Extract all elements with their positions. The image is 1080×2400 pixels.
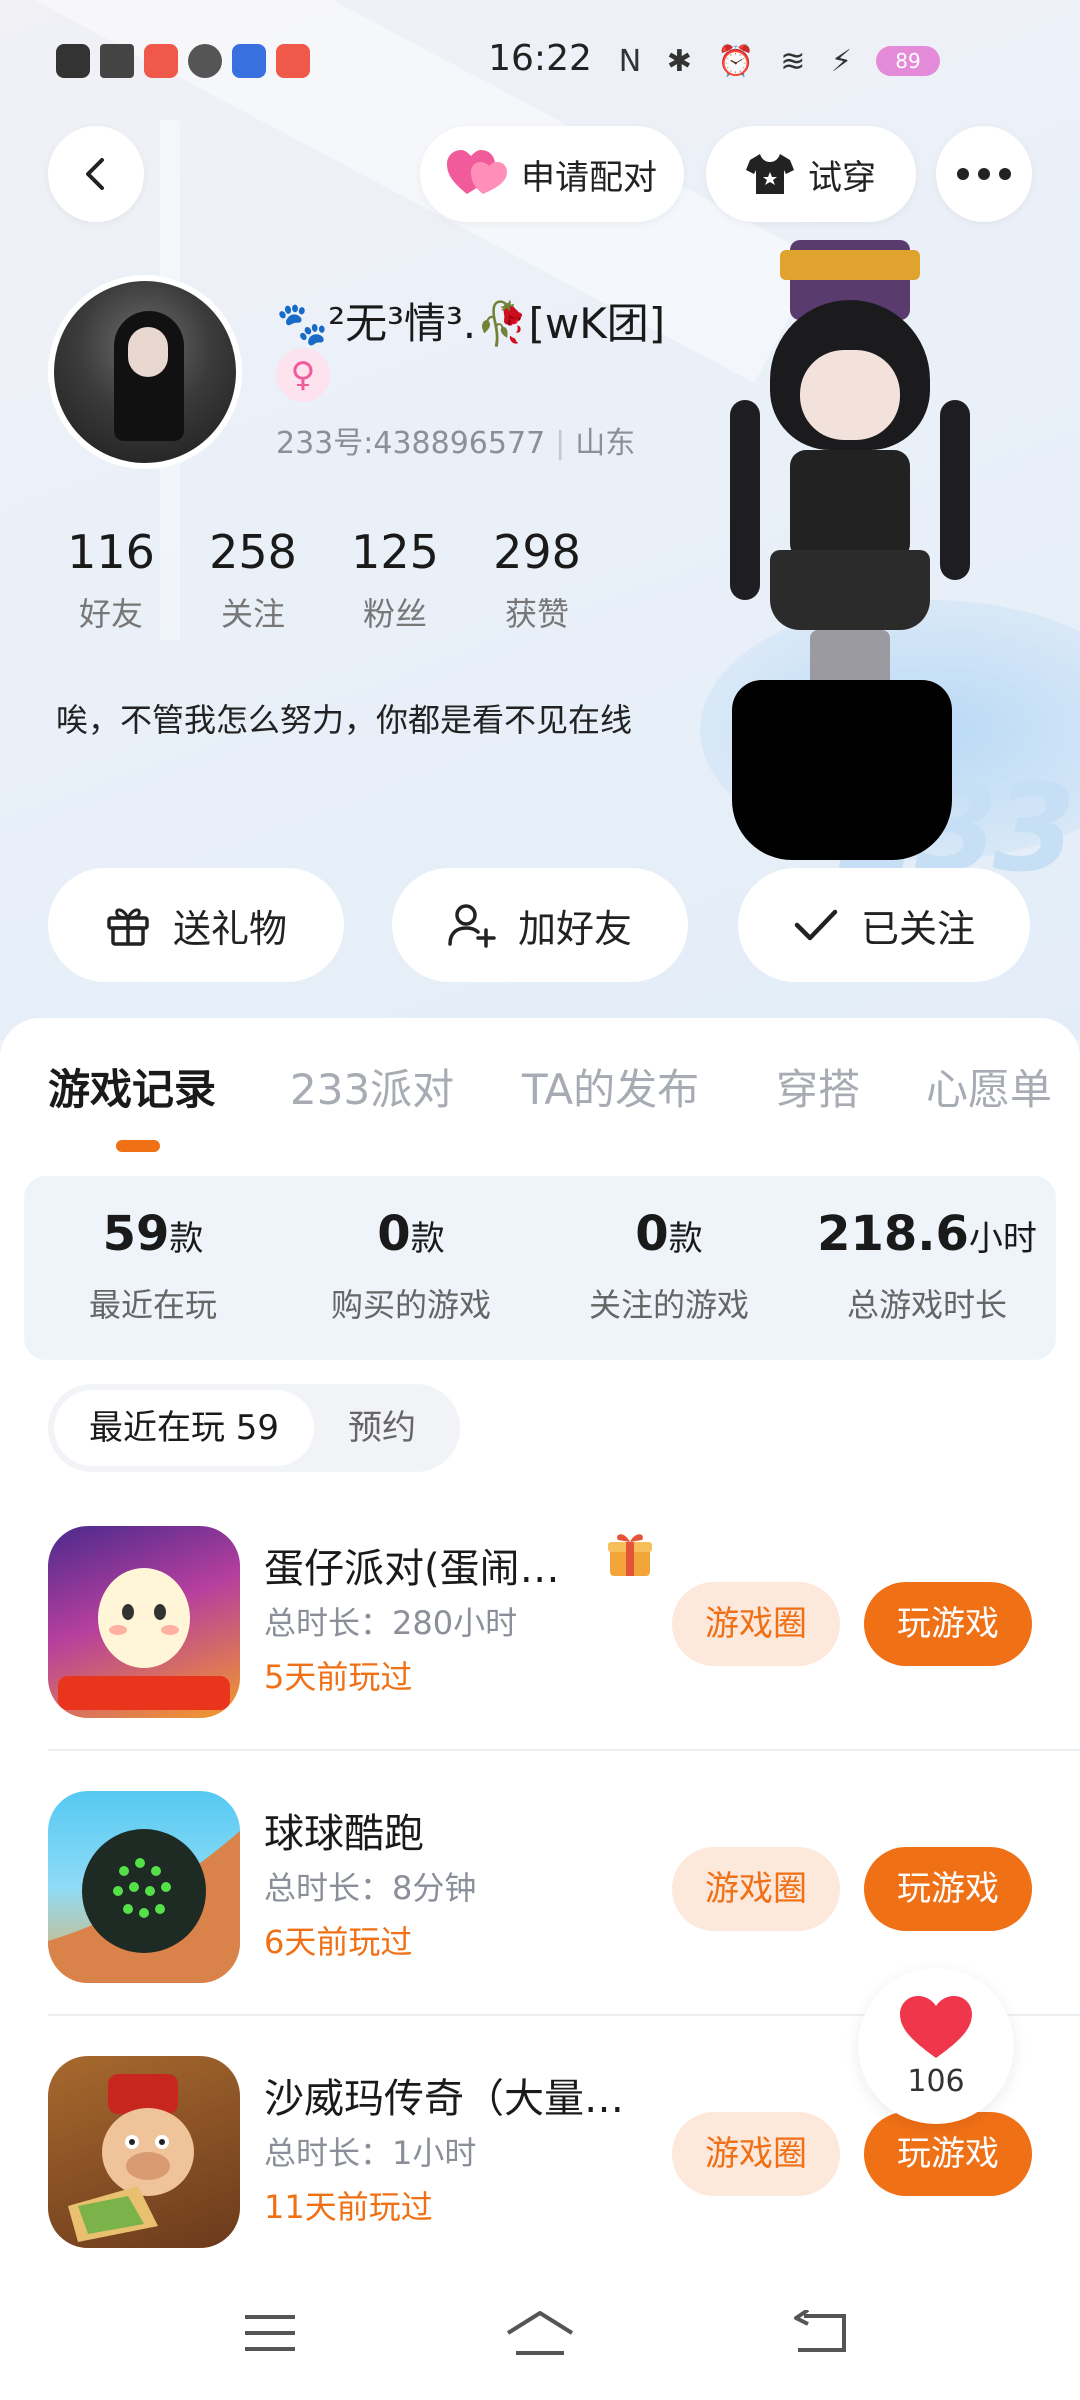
profile-bio: 唉，不管我怎么努力，你都是看不见在线 xyxy=(56,701,633,739)
tab-game-records[interactable]: 游戏记录 xyxy=(48,1056,216,1117)
status-bar: 16:22 N ✱ ⏰ ≋ ⚡ 89 xyxy=(0,30,1080,94)
summary-followed[interactable]: 0款 关注的游戏 xyxy=(540,1176,798,1360)
nickname: 🐾²无³情³.🥀[wK团] xyxy=(276,299,666,348)
back-button[interactable] xyxy=(48,126,144,222)
followed-button[interactable]: 已关注 xyxy=(738,868,1030,982)
back-nav-button[interactable] xyxy=(780,2298,860,2368)
hearts-icon xyxy=(447,150,507,194)
add-friend-button[interactable]: 加好友 xyxy=(392,868,688,982)
add-friend-label: 加好友 xyxy=(517,906,632,951)
request-pair-button[interactable]: 申请配对 xyxy=(420,126,684,222)
play-game-button[interactable]: 玩游戏 xyxy=(864,1582,1032,1666)
menu-nav-button[interactable] xyxy=(230,2298,310,2368)
profile-stats: 116 好友 258 关注 125 粉丝 298 获赞 xyxy=(40,525,608,635)
system-navigation-bar xyxy=(0,2268,1080,2400)
game-last-played: 5天前玩过 xyxy=(264,1658,413,1696)
play-game-button[interactable]: 玩游戏 xyxy=(864,2112,1032,2196)
subtab-recent[interactable]: 最近在玩 59 xyxy=(54,1390,314,1466)
game-circle-button[interactable]: 游戏圈 xyxy=(672,1847,840,1931)
game-duration: 总时长：1小时 xyxy=(264,2134,477,2172)
tab-indicator xyxy=(116,1140,160,1152)
tab-wishlist[interactable]: 心愿单 xyxy=(926,1056,1052,1117)
character-avatar-figure[interactable] xyxy=(720,240,980,860)
tshirt-icon xyxy=(746,154,794,194)
game-icon-ball-run[interactable] xyxy=(48,1791,240,1983)
game-last-played: 6天前玩过 xyxy=(264,1923,413,1961)
game-icon-eggy-party[interactable] xyxy=(48,1526,240,1718)
summary-recent[interactable]: 59款 最近在玩 xyxy=(24,1176,282,1360)
like-button[interactable]: 106 xyxy=(858,1968,1014,2124)
followed-label: 已关注 xyxy=(860,906,975,951)
game-title: 蛋仔派对(蛋闹… xyxy=(264,1546,560,1592)
play-game-button[interactable]: 玩游戏 xyxy=(864,1847,1032,1931)
check-icon xyxy=(794,909,838,941)
tab-posts[interactable]: TA的发布 xyxy=(522,1056,699,1117)
game-icon-shawarma[interactable] xyxy=(48,2056,240,2248)
game-title: 球球酷跑 xyxy=(264,1811,424,1857)
game-summary: 59款 最近在玩 0款 购买的游戏 0款 关注的游戏 218.6小时 总游戏时长 xyxy=(24,1176,1056,1360)
stat-following[interactable]: 258 关注 xyxy=(182,525,324,635)
game-circle-button[interactable]: 游戏圈 xyxy=(672,1582,840,1666)
send-gift-label: 送礼物 xyxy=(172,906,287,951)
summary-purchased[interactable]: 0款 购买的游戏 xyxy=(282,1176,540,1360)
gift-icon xyxy=(107,908,149,946)
game-duration: 总时长：8分钟 xyxy=(264,1869,477,1907)
try-on-label: 试穿 xyxy=(808,157,876,198)
female-gender-icon: ♀ xyxy=(276,348,330,402)
send-gift-button[interactable]: 送礼物 xyxy=(48,868,344,982)
summary-total-time[interactable]: 218.6小时 总游戏时长 xyxy=(798,1176,1056,1360)
request-pair-label: 申请配对 xyxy=(521,157,657,198)
game-title: 沙威玛传奇（大量… xyxy=(264,2076,624,2122)
battery-indicator: 89 xyxy=(876,46,940,76)
back-arrow-icon xyxy=(794,2310,846,2352)
system-icons: N ✱ ⏰ ≋ ⚡ xyxy=(618,44,860,79)
tab-outfits[interactable]: 穿搭 xyxy=(776,1056,860,1117)
home-nav-button[interactable] xyxy=(500,2298,580,2368)
home-icon xyxy=(506,2311,574,2355)
game-duration: 总时长：280小时 xyxy=(264,1604,518,1642)
like-count: 106 xyxy=(907,2064,965,2099)
gift-box-icon xyxy=(608,1534,652,1576)
stat-fans[interactable]: 125 粉丝 xyxy=(324,525,466,635)
game-row[interactable]: 蛋仔派对(蛋闹… 总时长：280小时 5天前玩过 游戏圈 玩游戏 xyxy=(0,1486,1080,1751)
user-id-line: 233号:438896577 | 山东 xyxy=(276,426,636,461)
tab-233-party[interactable]: 233派对 xyxy=(290,1056,454,1117)
game-last-played: 11天前玩过 xyxy=(264,2188,433,2226)
profile-tabs: 游戏记录 233派对 TA的发布 穿搭 心愿单 xyxy=(0,1018,1080,1168)
try-on-button[interactable]: 试穿 xyxy=(706,126,916,222)
stat-friends[interactable]: 116 好友 xyxy=(40,525,182,635)
user-id: 233号:438896577 xyxy=(276,426,546,461)
more-dots-icon xyxy=(957,168,1011,180)
stat-likes[interactable]: 298 获赞 xyxy=(466,525,608,635)
menu-icon xyxy=(245,2315,295,2351)
profile-avatar[interactable] xyxy=(48,275,242,469)
game-subtabs: 最近在玩 59 预约 xyxy=(48,1384,460,1472)
subtab-reserve[interactable]: 预约 xyxy=(348,1390,416,1466)
chevron-left-icon xyxy=(86,158,104,190)
heart-icon xyxy=(900,1996,972,2058)
user-location: 山东 xyxy=(575,426,636,461)
more-options-button[interactable] xyxy=(936,126,1032,222)
add-user-icon xyxy=(448,904,496,948)
game-circle-button[interactable]: 游戏圈 xyxy=(672,2112,840,2196)
